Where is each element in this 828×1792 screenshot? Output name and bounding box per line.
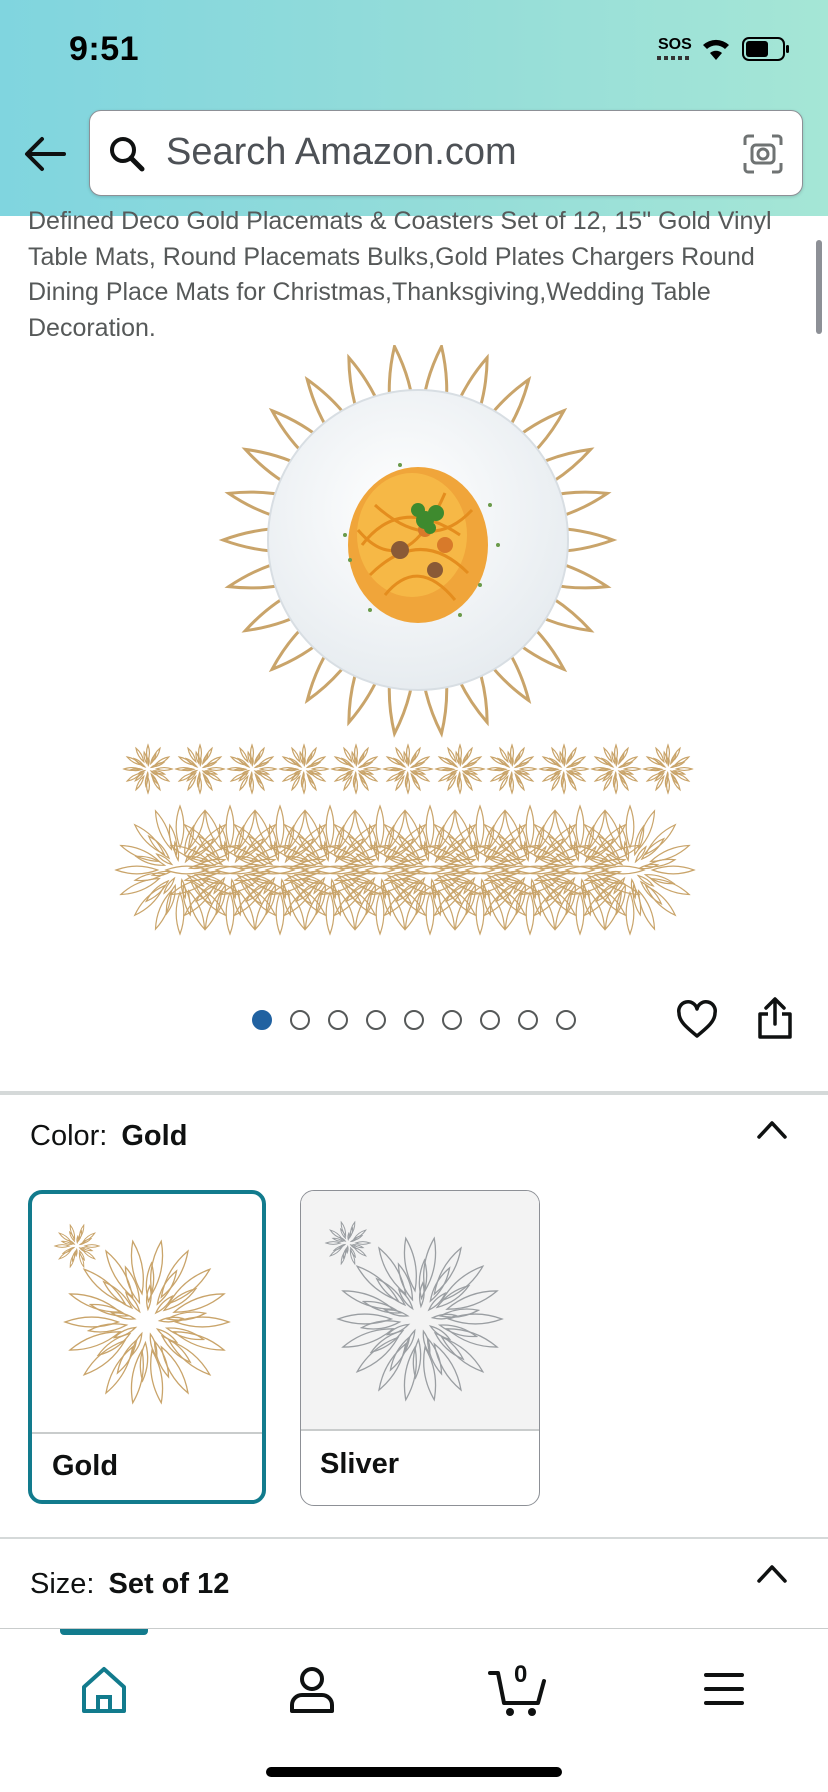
camera-lens-icon[interactable] bbox=[742, 133, 784, 175]
bottom-navigation: 0 bbox=[0, 1628, 828, 1792]
carousel-dot[interactable] bbox=[518, 1010, 538, 1030]
color-option-name: Gold bbox=[52, 1450, 119, 1482]
color-option-gold[interactable]: Gold bbox=[28, 1190, 266, 1504]
home-indicator bbox=[266, 1767, 562, 1777]
search-input[interactable]: Search Amazon.com bbox=[89, 110, 803, 196]
home-icon[interactable] bbox=[74, 1659, 134, 1719]
wifi-icon bbox=[703, 39, 729, 60]
cart-count: 0 bbox=[514, 1661, 528, 1688]
color-selector-header[interactable]: Color: Gold bbox=[30, 1120, 187, 1153]
color-option-name: Sliver bbox=[320, 1448, 399, 1480]
heart-icon[interactable] bbox=[676, 1000, 718, 1040]
section-divider bbox=[0, 1537, 828, 1539]
sos-indicator: SOS bbox=[658, 36, 692, 53]
carousel-dot[interactable] bbox=[442, 1010, 462, 1030]
chevron-up-icon[interactable] bbox=[756, 1118, 788, 1140]
active-tab-indicator bbox=[60, 1629, 148, 1635]
color-label: Color: bbox=[30, 1120, 108, 1152]
search-placeholder: Search Amazon.com bbox=[166, 131, 517, 173]
account-icon[interactable] bbox=[282, 1659, 342, 1719]
image-carousel-dots[interactable] bbox=[252, 1010, 576, 1030]
scrollbar[interactable] bbox=[816, 240, 822, 334]
section-divider bbox=[0, 1091, 828, 1095]
search-icon bbox=[110, 137, 145, 172]
color-selected-value: Gold bbox=[121, 1120, 188, 1152]
carousel-dot[interactable] bbox=[252, 1010, 272, 1030]
product-title[interactable]: Defined Deco Gold Placemats & Coasters S… bbox=[28, 204, 776, 346]
carousel-dot[interactable] bbox=[480, 1010, 500, 1030]
color-option-sliver[interactable]: Sliver bbox=[300, 1190, 540, 1506]
size-selected-value: Set of 12 bbox=[108, 1568, 230, 1600]
signal-dots-icon bbox=[657, 56, 689, 60]
carousel-dot[interactable] bbox=[404, 1010, 424, 1030]
back-arrow-icon[interactable] bbox=[22, 134, 68, 174]
product-image[interactable] bbox=[100, 345, 730, 945]
carousel-dot[interactable] bbox=[366, 1010, 386, 1030]
menu-icon[interactable] bbox=[694, 1659, 754, 1719]
gold-placemat-thumbnail bbox=[53, 1223, 231, 1405]
status-time: 9:51 bbox=[69, 30, 140, 68]
silver-placemat-thumbnail bbox=[301, 1191, 539, 1429]
battery-icon bbox=[742, 37, 789, 61]
size-label: Size: bbox=[30, 1568, 95, 1600]
carousel-dot[interactable] bbox=[328, 1010, 348, 1030]
share-icon[interactable] bbox=[756, 996, 794, 1040]
carousel-dot[interactable] bbox=[556, 1010, 576, 1030]
size-selector-header[interactable]: Size: Set of 12 bbox=[30, 1568, 229, 1601]
header: 9:51 SOS Search Amazon.com bbox=[0, 0, 828, 216]
cart-button[interactable]: 0 bbox=[488, 1659, 548, 1719]
carousel-dot[interactable] bbox=[290, 1010, 310, 1030]
chevron-up-icon[interactable] bbox=[756, 1562, 788, 1584]
